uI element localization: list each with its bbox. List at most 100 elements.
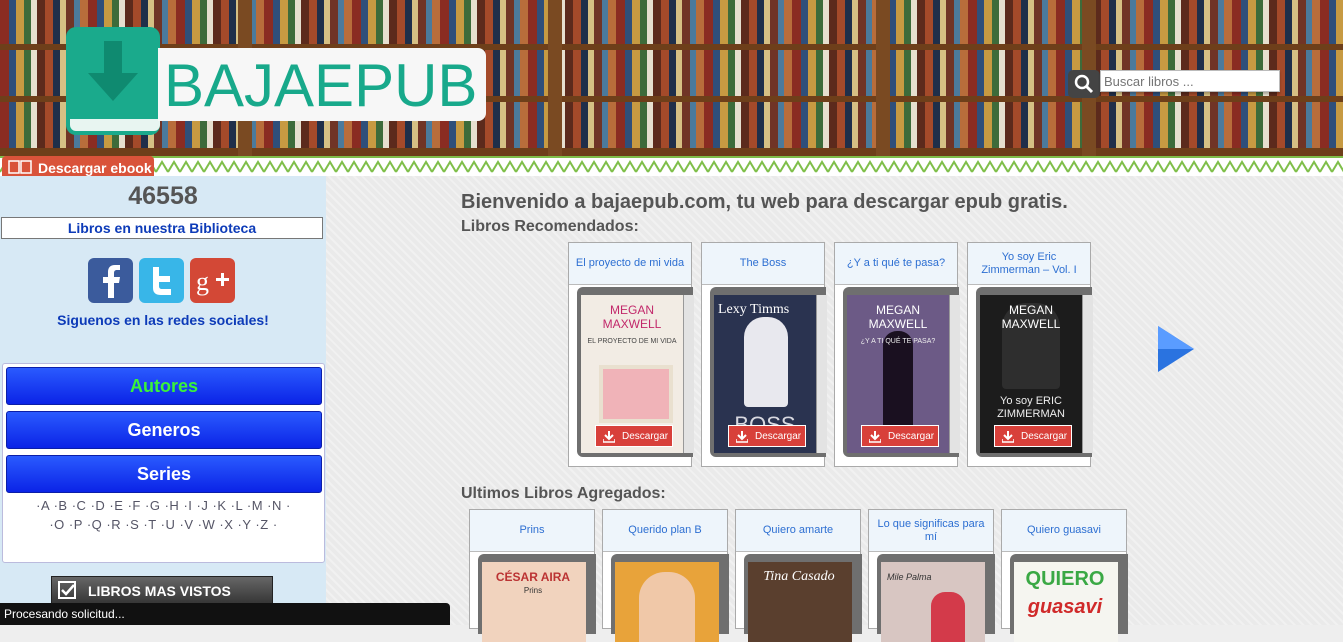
- book-pages: [949, 295, 960, 453]
- alphabet-letter-link[interactable]: T: [148, 517, 156, 532]
- book-cover-image[interactable]: QUIERO guasavi: [1014, 562, 1118, 642]
- alphabet-letter-link[interactable]: P: [74, 517, 83, 532]
- twitter-icon: [139, 258, 184, 303]
- book-title-link[interactable]: Lo que significas para mí: [869, 510, 993, 552]
- recommended-book-card[interactable]: ¿Y a ti qué te pasa? MEGAN MAXWELL ¿Y A TI…: [834, 242, 960, 467]
- alphabet-letter-link[interactable]: U: [165, 517, 175, 532]
- alphabet-letter-link[interactable]: K: [217, 498, 226, 513]
- book-title-link[interactable]: Prins: [470, 510, 594, 552]
- cover-title-text: Prins: [523, 586, 543, 595]
- alphabet-letter-link[interactable]: Z: [260, 517, 268, 532]
- search-box: [1068, 70, 1280, 98]
- download-button[interactable]: Descargar: [861, 425, 939, 447]
- book-cover-image[interactable]: Mile Palma: [881, 562, 985, 642]
- download-button[interactable]: Descargar: [728, 425, 806, 447]
- cover-title-text: EL PROYECTO DE MI VIDA: [587, 338, 677, 345]
- book-pages: [1082, 295, 1093, 453]
- book-open-icon: [8, 160, 32, 174]
- book-cover-image[interactable]: [615, 562, 719, 642]
- alphabet-letter-link[interactable]: L: [235, 498, 242, 513]
- menu-autores-button[interactable]: Autores: [5, 366, 323, 406]
- alphabet-letter-link[interactable]: J: [201, 498, 208, 513]
- alphabet-letter-link[interactable]: G: [150, 498, 161, 513]
- alphabet-letter-link[interactable]: H: [169, 498, 179, 513]
- shelf-post: [548, 0, 562, 156]
- google-plus-icon: g: [190, 258, 235, 303]
- facebook-button[interactable]: [88, 258, 133, 303]
- alphabet-letter-link[interactable]: C: [77, 498, 87, 513]
- alphabet-letter-link[interactable]: E: [114, 498, 123, 513]
- alphabet-letter-link[interactable]: S: [130, 517, 139, 532]
- logo-download-book-icon[interactable]: [66, 27, 160, 135]
- cover-author-text: Lexy Timms: [718, 302, 790, 317]
- book-pages: [816, 295, 827, 453]
- cover-author-text: CÉSAR AIRA: [495, 570, 571, 584]
- alphabet-letter-link[interactable]: W: [202, 517, 215, 532]
- alphabet-letter-link[interactable]: Y: [242, 517, 251, 532]
- menu-generos-button[interactable]: Generos: [5, 410, 323, 450]
- alphabet-letter-link[interactable]: B: [58, 498, 67, 513]
- book-count-label: Libros en nuestra Biblioteca: [1, 217, 323, 239]
- recommended-book-card[interactable]: The BossLexy TimmsBOSSDescargar: [701, 242, 827, 467]
- download-button[interactable]: Descargar: [595, 425, 673, 447]
- cover-illustration: [639, 572, 695, 642]
- download-icon: [869, 431, 881, 443]
- recommended-book-card[interactable]: Yo soy Eric Zimmerman – Vol. I MEGAN MAXW…: [967, 242, 1093, 467]
- download-icon: [736, 431, 748, 443]
- latest-book-card[interactable]: Lo que significas para mí Mile Palma: [868, 509, 995, 642]
- cover-author-text: MEGAN MAXWELL: [602, 303, 662, 331]
- latest-book-card[interactable]: Quiero guasavi QUIERO guasavi: [1001, 509, 1128, 642]
- book-title-link[interactable]: Quiero amarte: [736, 510, 860, 552]
- alphabet-letter-link[interactable]: Q: [92, 517, 103, 532]
- tab-label: Descargar ebook: [38, 160, 152, 176]
- twitter-button[interactable]: [139, 258, 184, 303]
- checkbox-icon: [58, 581, 76, 599]
- book-cover-image[interactable]: Tina Casado: [748, 562, 852, 642]
- cover-illustration: [931, 592, 965, 642]
- recommended-heading: Libros Recomendados:: [461, 218, 639, 235]
- main-content: Bienvenido a bajaepub.com, tu web para d…: [326, 176, 1343, 642]
- menu-series-button[interactable]: Series: [5, 454, 323, 494]
- googleplus-button[interactable]: g: [190, 258, 235, 303]
- alphabet-letter-link[interactable]: V: [184, 517, 193, 532]
- alphabet-letter-link[interactable]: F: [132, 498, 140, 513]
- alphabet-letter-link[interactable]: X: [224, 517, 233, 532]
- search-button[interactable]: [1068, 70, 1100, 98]
- social-text: Siguenos en las redes sociales!: [57, 312, 269, 328]
- cover-author-text: MEGAN MAXWELL: [1001, 303, 1061, 331]
- site-logo-text[interactable]: BAJAEPUB: [158, 48, 486, 121]
- alphabet-letter-link[interactable]: R: [111, 517, 121, 532]
- alphabet-letter-link[interactable]: N: [272, 498, 282, 513]
- download-button[interactable]: Descargar: [994, 425, 1072, 447]
- libros-mas-vistos-header[interactable]: LIBROS MAS VISTOS: [51, 576, 273, 606]
- alphabet-letter-link[interactable]: M: [252, 498, 263, 513]
- alphabet-letter-link[interactable]: I: [188, 498, 192, 513]
- latest-book-card[interactable]: Quiero amarte Tina Casado: [735, 509, 862, 642]
- search-icon: [1074, 74, 1094, 94]
- alphabet-letter-link[interactable]: A: [41, 498, 49, 513]
- menu-panel: Autores Generos Series ·A ·B ·C ·D ·E ·F…: [2, 363, 325, 563]
- next-arrow-icon[interactable]: [1154, 324, 1198, 374]
- download-icon: [1002, 431, 1014, 443]
- book-title-link[interactable]: El proyecto de mi vida: [569, 243, 691, 285]
- alphabet-letter-link[interactable]: O: [54, 517, 65, 532]
- download-label: Descargar: [622, 431, 669, 442]
- welcome-heading: Bienvenido a bajaepub.com, tu web para d…: [461, 191, 1068, 213]
- tab-descargar-ebook[interactable]: Descargar ebook: [2, 156, 154, 178]
- book-cover-image[interactable]: CÉSAR AIRA Prins: [482, 562, 586, 642]
- facebook-icon: [88, 258, 133, 303]
- latest-book-card[interactable]: Querido plan B: [602, 509, 729, 642]
- cover-title-text: guasavi: [1027, 596, 1103, 618]
- search-input[interactable]: [1100, 70, 1280, 92]
- book-title-link[interactable]: Yo soy Eric Zimmerman – Vol. I: [968, 243, 1090, 285]
- cover-illustration: [599, 365, 673, 423]
- book-title-link[interactable]: Quiero guasavi: [1002, 510, 1126, 552]
- recommended-book-card[interactable]: El proyecto de mi vida MEGAN MAXWELL EL PR…: [568, 242, 694, 467]
- alphabet-letter-link[interactable]: D: [95, 498, 105, 513]
- book-title-link[interactable]: The Boss: [702, 243, 824, 285]
- book-pages: [683, 295, 694, 453]
- latest-book-card[interactable]: Prins CÉSAR AIRA Prins: [469, 509, 596, 642]
- book-title-link[interactable]: ¿Y a ti qué te pasa?: [835, 243, 957, 285]
- book-title-link[interactable]: Querido plan B: [603, 510, 727, 552]
- book-count: 46558: [128, 182, 198, 210]
